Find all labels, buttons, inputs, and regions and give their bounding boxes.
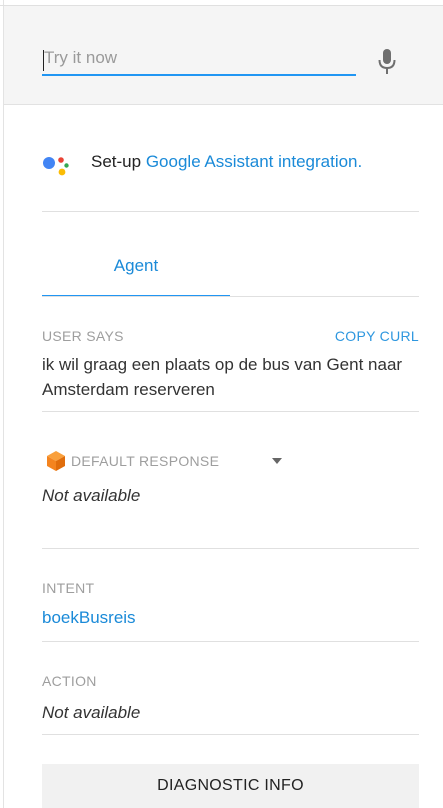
copy-curl-button[interactable]: COPY CURL <box>335 328 419 344</box>
action-label: ACTION <box>42 673 97 689</box>
assistant-setup-row: Set-up Google Assistant integration. <box>42 148 422 178</box>
divider <box>42 641 419 642</box>
try-it-panel <box>4 6 443 105</box>
user-says-label: USER SAYS <box>42 328 124 344</box>
divider <box>42 411 419 412</box>
user-says-text: ik wil graag een plaats op de bus van Ge… <box>42 355 403 399</box>
divider <box>42 548 419 549</box>
setup-prefix: Set-up <box>91 152 142 171</box>
left-border <box>3 0 4 808</box>
intent-link[interactable]: boekBusreis <box>42 608 136 628</box>
try-it-input[interactable] <box>42 44 356 76</box>
microphone-icon[interactable] <box>377 48 397 76</box>
tab-agent-label: Agent <box>113 256 159 275</box>
default-response-value: Not available <box>42 486 141 505</box>
default-response-label: DEFAULT RESPONSE <box>71 453 220 469</box>
intent-label: INTENT <box>42 580 95 596</box>
divider <box>42 211 419 212</box>
text-cursor <box>43 50 44 71</box>
setup-text: Set-up Google Assistant integration. <box>91 152 362 172</box>
cube-icon <box>47 451 65 471</box>
google-assistant-logo <box>43 157 69 176</box>
tabs-divider <box>42 296 419 297</box>
google-assistant-integration-link[interactable]: Google Assistant integration. <box>146 152 362 171</box>
diagnostic-info-button[interactable]: DIAGNOSTIC INFO <box>42 764 419 808</box>
tab-agent[interactable]: Agent <box>42 250 230 296</box>
divider <box>42 734 419 735</box>
action-value: Not available <box>42 703 141 722</box>
caret-down-icon[interactable] <box>272 458 282 464</box>
